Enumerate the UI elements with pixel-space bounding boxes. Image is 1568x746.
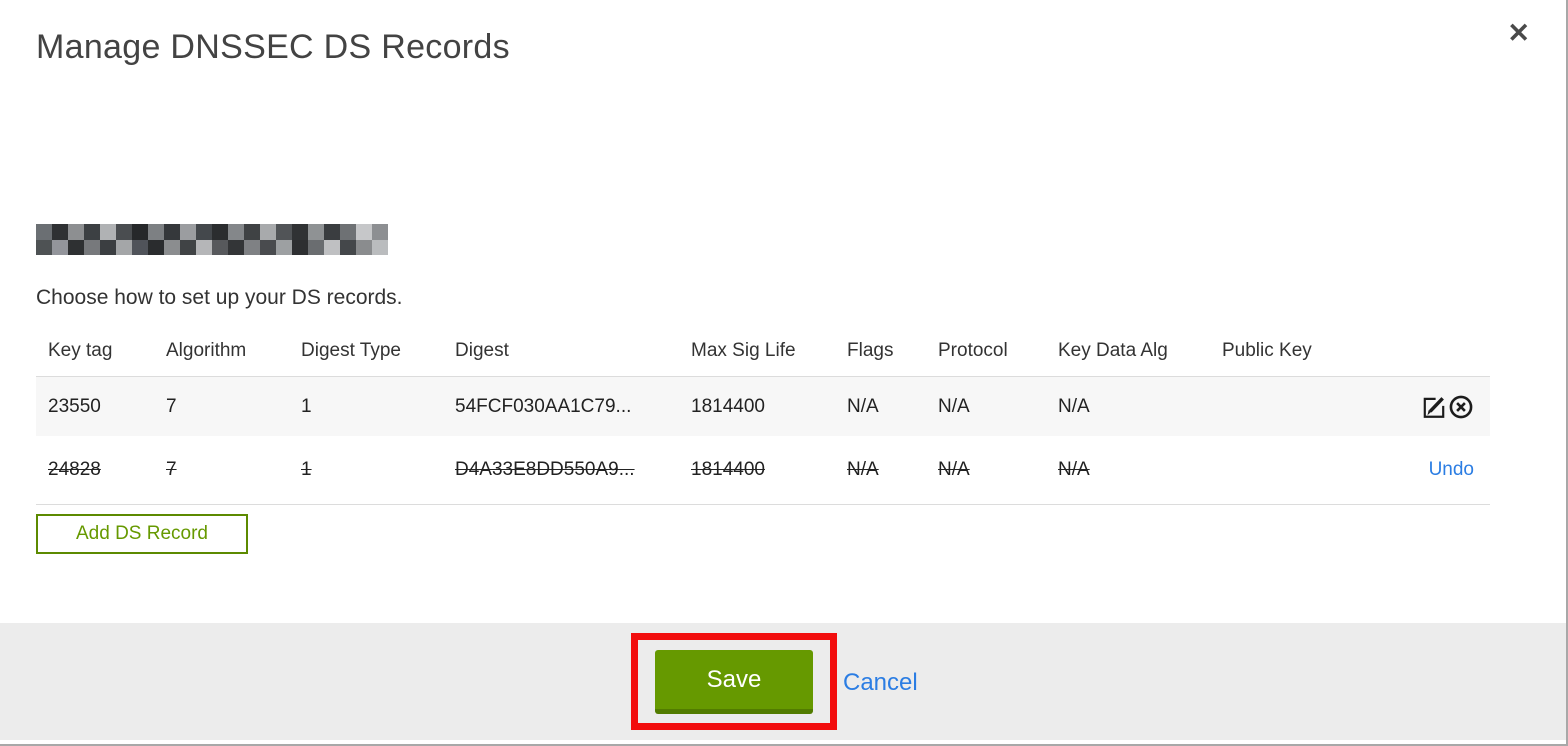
table-row-deleted: 24828 7 1 D4A33E8DD550A9... 1814400 N/A … (36, 436, 1490, 505)
close-icon[interactable]: ✕ (1507, 20, 1530, 47)
col-header-key-data-alg: Key Data Alg (1058, 340, 1168, 361)
cell-protocol: N/A (938, 459, 970, 480)
cancel-link[interactable]: Cancel (843, 669, 918, 697)
dnssec-ds-records-modal: Manage DNSSEC DS Records ✕ Choose how to… (0, 0, 1568, 746)
col-header-flags: Flags (847, 340, 894, 361)
table-header-row: Key tag Algorithm Digest Type Digest Max… (36, 326, 1490, 377)
delete-record-icon[interactable] (1448, 394, 1474, 420)
col-header-digest-type: Digest Type (301, 340, 401, 361)
add-ds-record-button[interactable]: Add DS Record (36, 514, 248, 554)
cell-flags: N/A (847, 395, 879, 417)
redacted-domain-name (36, 224, 388, 255)
cell-protocol: N/A (938, 395, 970, 417)
undo-link[interactable]: Undo (1429, 459, 1474, 481)
cell-algorithm: 7 (166, 459, 177, 480)
col-header-algorithm: Algorithm (166, 340, 247, 361)
cell-key-data-alg: N/A (1058, 459, 1090, 480)
table-row: 23550 7 1 54FCF030AA1C79... 1814400 N/A … (36, 377, 1490, 436)
cell-key-data-alg: N/A (1058, 395, 1090, 417)
cell-digest: 54FCF030AA1C79... (455, 395, 632, 417)
cell-digest-type: 1 (301, 459, 312, 480)
page-title: Manage DNSSEC DS Records (36, 28, 510, 66)
cell-flags: N/A (847, 459, 879, 480)
ds-records-table: Key tag Algorithm Digest Type Digest Max… (36, 326, 1490, 505)
cell-digest-type: 1 (301, 395, 312, 417)
cell-digest: D4A33E8DD550A9... (455, 459, 635, 480)
modal-footer: Save Cancel (0, 623, 1566, 740)
cell-algorithm: 7 (166, 395, 177, 417)
save-button[interactable]: Save (655, 650, 813, 714)
col-header-max-sig-life: Max Sig Life (691, 340, 796, 361)
cell-key-tag: 24828 (48, 459, 101, 480)
col-header-digest: Digest (455, 340, 509, 361)
cell-max-sig-life: 1814400 (691, 395, 765, 417)
subtitle-text: Choose how to set up your DS records. (36, 286, 403, 309)
cell-max-sig-life: 1814400 (691, 459, 765, 480)
cell-key-tag: 23550 (48, 395, 101, 417)
col-header-protocol: Protocol (938, 340, 1008, 361)
col-header-key-tag: Key tag (48, 340, 113, 361)
edit-record-icon[interactable] (1421, 394, 1447, 420)
col-header-public-key: Public Key (1222, 340, 1312, 361)
